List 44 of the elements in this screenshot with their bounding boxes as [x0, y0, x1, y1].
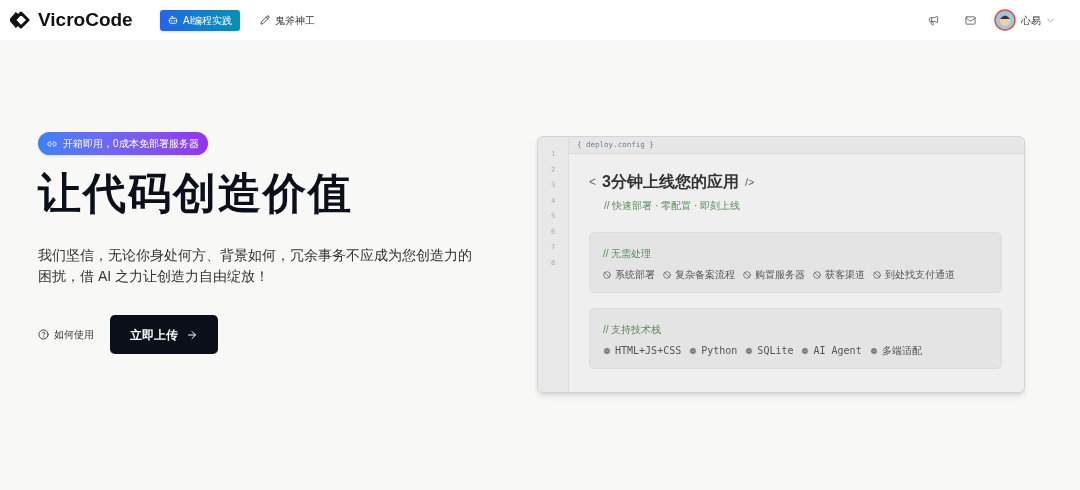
check-circle-icon [603, 346, 611, 355]
close-tag: /> [744, 173, 755, 191]
robot-icon [168, 15, 178, 25]
mail-icon [965, 14, 976, 26]
check-circle-icon [745, 346, 754, 355]
user-name: 心易 [1021, 13, 1041, 28]
prohibited-icon [743, 270, 751, 279]
nav-tab[interactable]: AI编程实践 [160, 9, 241, 31]
megaphone-icon [928, 14, 939, 26]
tag-item: SQLite [745, 343, 794, 358]
badge-text: 开箱即用，0成本免部署服务器 [63, 137, 199, 151]
prohibited-icon [663, 270, 671, 279]
panel-subtitle: // 快速部署 · 零配置 · 即刻上线 [604, 199, 742, 213]
check-circle-icon [689, 346, 698, 355]
panel-heading: 3分钟上线您的应用 [602, 172, 739, 192]
card-comment: // 支持技术栈 [603, 323, 663, 337]
tag-item: 多端适配 [869, 343, 922, 358]
open-tag: < [589, 173, 596, 191]
hero-title: 让代码创造价值 [38, 172, 353, 215]
tag-item: 获客渠道 [813, 267, 865, 282]
tag-item: HTML+JS+CSS [603, 343, 682, 358]
card-comment: // 无需处理 [603, 247, 653, 261]
pencil-icon [260, 15, 271, 25]
arrow-right-icon [186, 328, 198, 341]
logo-icon [10, 11, 32, 29]
nav-tab[interactable]: 鬼斧神工 [258, 9, 318, 31]
upload-button[interactable]: 立即上传 [110, 315, 218, 354]
check-circle-icon [869, 346, 878, 355]
prohibited-icon [873, 270, 881, 279]
help-link[interactable]: 如何使用 [38, 327, 94, 342]
tag-item: 到处找支付通道 [873, 267, 955, 282]
tag-item: Python [689, 343, 738, 358]
check-circle-icon [801, 346, 810, 355]
logo-text: VicroCode [38, 7, 133, 32]
prohibited-icon [603, 270, 611, 279]
tag-item: 系统部署 [603, 267, 655, 282]
avatar[interactable] [994, 9, 1016, 31]
tag-item: AI Agent [801, 343, 862, 358]
tag-item: 复杂备案流程 [663, 267, 735, 282]
tag-item: 购置服务器 [743, 267, 805, 282]
help-icon [38, 329, 49, 340]
link-icon [47, 138, 57, 149]
hero-description: 我们坚信，无论你身处何方、背景如何，冗余事务不应成为您创造力的困扰，借 AI 之力让创造力自由绽放！ [38, 246, 473, 286]
prohibited-icon [813, 270, 821, 279]
